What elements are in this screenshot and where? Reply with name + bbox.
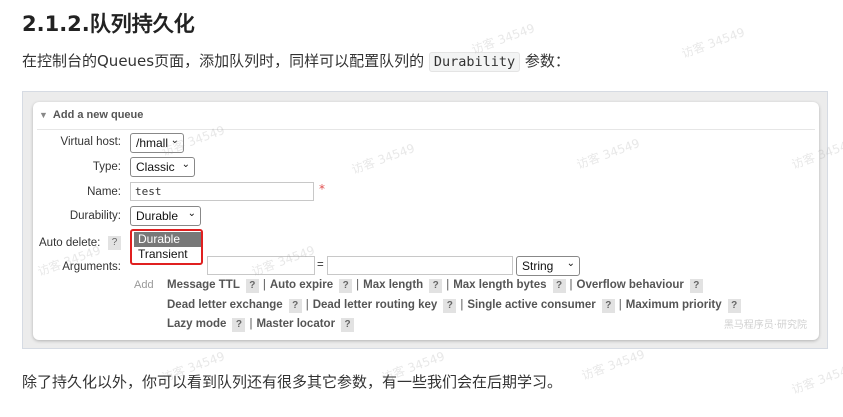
- type-select[interactable]: Classic ⌄: [130, 157, 195, 177]
- virtual-host-label: Virtual host:: [60, 136, 121, 148]
- argument-value-input[interactable]: [327, 256, 513, 275]
- arg-link-maximum-priority[interactable]: Maximum priority: [626, 299, 722, 311]
- help-icon[interactable]: ?: [443, 299, 457, 313]
- help-icon[interactable]: ?: [689, 279, 703, 293]
- brand-watermark: 黑马程序员·研究院: [723, 320, 807, 331]
- arg-link-dead-letter-routing-key[interactable]: Dead letter routing key: [313, 299, 438, 311]
- chevron-down-icon: ⌄: [187, 208, 196, 219]
- visitor-watermark: 访客 34549: [789, 361, 843, 397]
- separator: |: [356, 279, 360, 291]
- separator: |: [262, 279, 266, 291]
- argument-links-row-1: Message TTL? | Auto expire? | Max length? | Ma…: [167, 279, 703, 293]
- chevron-down-icon: ⌄: [181, 159, 190, 170]
- separator: |: [618, 299, 622, 311]
- durability-dropdown: Durable Transient: [130, 229, 203, 265]
- arg-link-max-length[interactable]: Max length: [363, 279, 423, 291]
- arg-link-overflow-behaviour[interactable]: Overflow behaviour: [577, 279, 684, 291]
- separator: |: [305, 299, 309, 311]
- help-icon[interactable]: ?: [601, 299, 615, 313]
- arg-link-lazy-mode[interactable]: Lazy mode: [167, 318, 226, 330]
- durability-label: Durability:: [69, 210, 121, 222]
- help-icon[interactable]: ?: [727, 299, 741, 313]
- visitor-watermark: 访客 34549: [579, 347, 647, 383]
- type-value: Classic: [136, 160, 175, 174]
- intro-paragraph: 在控制台的Queues页面，添加队列时，同样可以配置队列的 Durability…: [22, 50, 570, 72]
- arg-link-single-active-consumer[interactable]: Single active consumer: [467, 299, 595, 311]
- arg-link-auto-expire[interactable]: Auto expire: [270, 279, 333, 291]
- help-icon[interactable]: ?: [288, 299, 302, 313]
- add-queue-panel: ▼ Add a new queue Virtual host: /hmall ⌄ …: [33, 102, 819, 340]
- section-heading: 2.1.2.队列持久化: [22, 12, 195, 36]
- help-icon[interactable]: ?: [429, 279, 443, 293]
- chevron-down-icon: ⌄: [566, 258, 575, 269]
- help-icon[interactable]: ?: [232, 318, 246, 332]
- arg-link-message-ttl[interactable]: Message TTL: [167, 279, 240, 291]
- visitor-watermark: 访客 34549: [679, 25, 747, 61]
- separator: |: [460, 299, 464, 311]
- intro-text-after: 参数：: [520, 52, 570, 70]
- argument-links-row-3: Lazy mode? | Master locator?: [167, 318, 355, 332]
- separator: |: [569, 279, 573, 291]
- panel-divider: [37, 129, 815, 130]
- name-label: Name:: [87, 186, 121, 198]
- dropdown-option-transient[interactable]: Transient: [134, 247, 201, 262]
- help-icon[interactable]: ?: [108, 236, 121, 250]
- add-argument-label: Add: [134, 279, 154, 291]
- separator: |: [249, 318, 253, 330]
- help-icon[interactable]: ?: [339, 279, 353, 293]
- argument-type-select[interactable]: String ⌄: [516, 256, 580, 276]
- name-input[interactable]: test: [130, 182, 314, 201]
- dropdown-option-durable[interactable]: Durable: [134, 232, 201, 247]
- type-label: Type:: [92, 161, 121, 173]
- collapse-triangle-icon[interactable]: ▼: [39, 110, 48, 120]
- panel-title: Add a new queue: [52, 109, 144, 121]
- arg-link-max-length-bytes[interactable]: Max length bytes: [453, 279, 546, 291]
- required-marker: *: [319, 182, 325, 196]
- help-icon[interactable]: ?: [552, 279, 566, 293]
- screenshot-frame: ▼ Add a new queue Virtual host: /hmall ⌄ …: [22, 91, 828, 349]
- argument-links-row-2: Dead letter exchange? | Dead letter routin…: [167, 299, 741, 313]
- durability-value: Durable: [136, 209, 179, 223]
- panel-header[interactable]: ▼ Add a new queue: [39, 109, 143, 121]
- closing-paragraph: 除了持久化以外，你可以看到队列还有很多其它参数，有一些我们会在后期学习。: [22, 373, 563, 391]
- arg-link-master-locator[interactable]: Master locator: [256, 318, 335, 330]
- separator: |: [446, 279, 450, 291]
- help-icon[interactable]: ?: [341, 318, 355, 332]
- equals-sign: =: [317, 259, 324, 271]
- durability-select[interactable]: Durable ⌄: [130, 206, 201, 226]
- help-icon[interactable]: ?: [245, 279, 259, 293]
- argument-type-value: String: [522, 259, 554, 273]
- intro-text-before: 在控制台的Queues页面，添加队列时，同样可以配置队列的: [22, 52, 429, 70]
- arg-link-dead-letter-exchange[interactable]: Dead letter exchange: [167, 299, 283, 311]
